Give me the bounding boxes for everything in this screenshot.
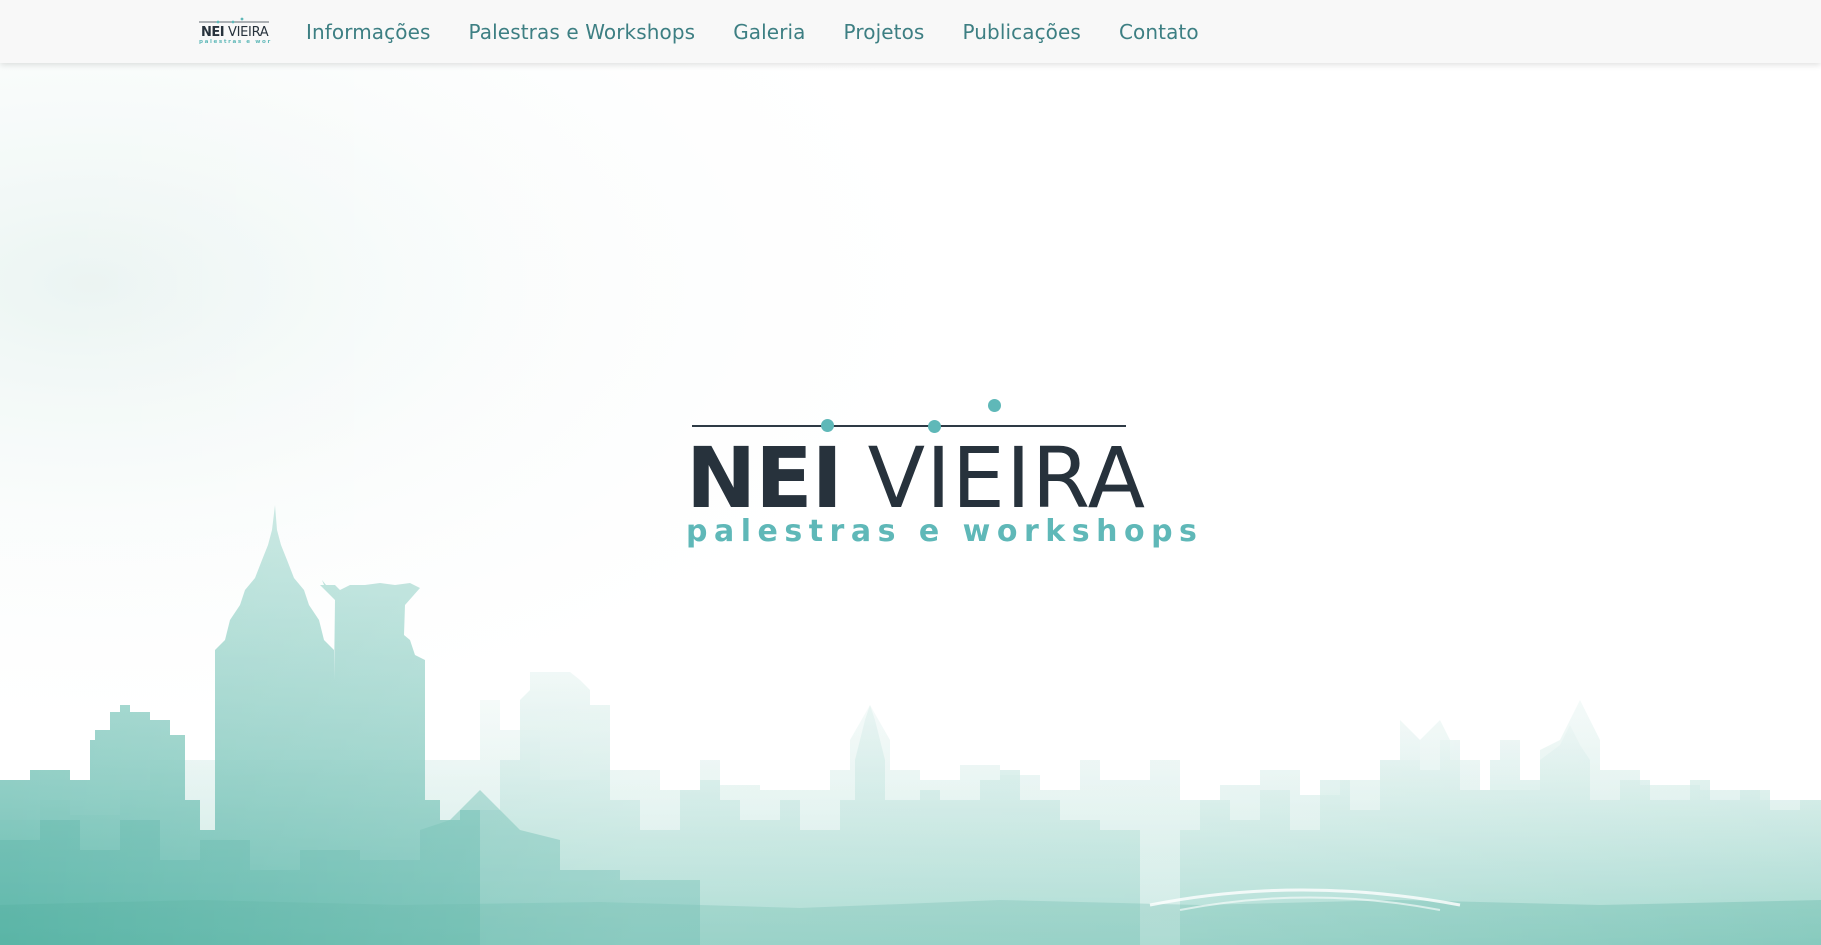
nav-link-palestras-e-workshops[interactable]: Palestras e Workshops	[450, 20, 715, 44]
logo-first-name: NEI	[686, 429, 843, 527]
logo-divider-line	[692, 425, 1126, 427]
nav-link-contato[interactable]: Contato	[1100, 20, 1218, 44]
logo-name: NEI VIEIRA	[686, 429, 1145, 527]
nav-link-galeria[interactable]: Galeria	[714, 20, 824, 44]
nav-link-informacoes[interactable]: Informações	[287, 20, 450, 44]
nav-link-projetos[interactable]: Projetos	[825, 20, 944, 44]
hero-logo: NEI VIEIRA palestras e workshops	[686, 390, 1204, 560]
page: NEI VIEIRA palestras e workshops Informa…	[0, 0, 1821, 945]
svg-text:VIEIRA: VIEIRA	[228, 25, 269, 40]
navbar-links: Informações Palestras e Workshops Galeri…	[287, 0, 1218, 63]
navbar-logo-icon: NEI VIEIRA palestras e workshops	[199, 17, 302, 45]
logo-tagline: palestras e workshops	[686, 514, 1204, 549]
nav-link-publicacoes[interactable]: Publicações	[943, 20, 1100, 44]
svg-text:NEI: NEI	[201, 25, 224, 40]
logo-last-name: VIEIRA	[867, 429, 1147, 527]
logo-dot-3	[988, 399, 1001, 412]
top-navbar: NEI VIEIRA palestras e workshops Informa…	[0, 0, 1821, 63]
svg-text:palestras e workshops: palestras e workshops	[199, 39, 271, 45]
navbar-brand-logo[interactable]: NEI VIEIRA palestras e workshops	[197, 16, 302, 46]
